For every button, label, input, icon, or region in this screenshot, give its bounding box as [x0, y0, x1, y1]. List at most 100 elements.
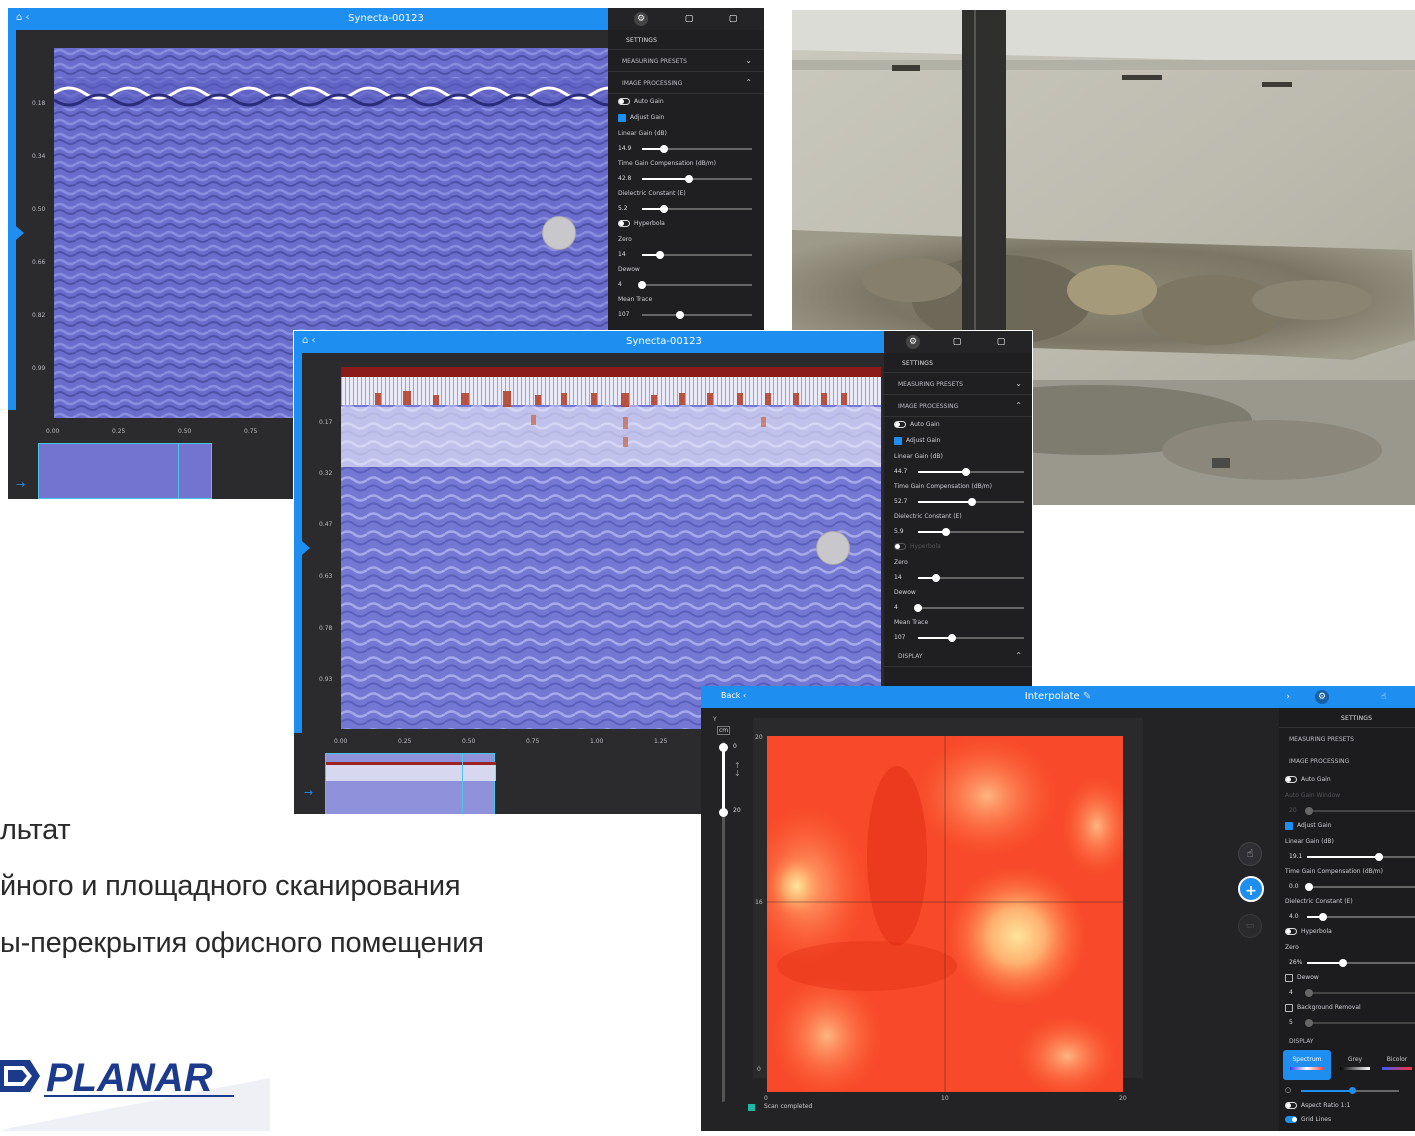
dewow-checkbox[interactable]: Dewow — [1279, 970, 1415, 986]
layout-icon[interactable]: ▢ — [994, 335, 1008, 349]
image-processing-section[interactable]: IMAGE PROCESSING ⌃ — [608, 72, 764, 94]
minimap-viewport[interactable] — [462, 753, 463, 814]
arrow-right-icon[interactable]: → — [304, 786, 313, 799]
minimap-viewport[interactable] — [178, 443, 179, 499]
background-removal-slider[interactable]: 5 — [1279, 1016, 1415, 1030]
palette-bicolor-button[interactable]: Bicolor — [1379, 1050, 1415, 1080]
add-marker-button[interactable]: + — [1238, 876, 1264, 902]
auto-gain-window-label: Auto Gain Window — [1285, 792, 1341, 799]
adjust-gain-checkbox[interactable]: Adjust Gain — [1279, 818, 1415, 834]
x-tick: 0.25 — [112, 428, 126, 435]
minimap-2[interactable] — [325, 753, 496, 814]
panel-icon[interactable]: ▢ — [682, 12, 696, 26]
x-tick: 20 — [1119, 1095, 1127, 1102]
depth-knob-top[interactable] — [719, 743, 728, 752]
planar-logo: PLANAR — [0, 1038, 270, 1131]
x-tick: 0.25 — [398, 738, 412, 745]
tgc-slider[interactable]: 42.8 — [608, 172, 764, 186]
dielectric-slider[interactable]: 5.2 — [608, 202, 764, 216]
dielectric-slider[interactable]: 5.9 — [884, 525, 1032, 539]
panel-icon[interactable]: ▢ — [950, 335, 964, 349]
zero-slider[interactable]: 14 — [608, 248, 764, 262]
adjust-gain-checkbox[interactable]: Adjust Gain — [884, 433, 1032, 449]
minimap-1[interactable] — [38, 443, 212, 499]
mean-trace-slider[interactable]: 107 — [884, 631, 1032, 645]
status-text: Scan completed — [764, 1103, 813, 1110]
hyperbola-toggle[interactable]: Hyperbola — [608, 216, 764, 232]
dewow-label: Dewow — [894, 589, 916, 596]
measuring-presets-section[interactable]: MEASURING PRESETS ⌄ — [608, 50, 764, 72]
brightness-icon: ○ — [1285, 1086, 1292, 1094]
tgc-label: Time Gain Compensation (dB/m) — [894, 483, 992, 490]
zero-slider[interactable]: 26% — [1279, 956, 1415, 970]
chevron-up-icon[interactable]: ⌃ — [745, 78, 752, 87]
caption-line-3: ы-перекрытия офисного помещения — [0, 927, 484, 959]
layout-icon[interactable]: ▢ — [726, 12, 740, 26]
y-tick: 0.47 — [319, 521, 333, 528]
background-removal-checkbox[interactable]: Background Removal — [1279, 1000, 1415, 1016]
interpolate-window: Back ‹ Interpolate ✎ › ⚙ ☝ Y cm 0 20 ↑↓ — [701, 686, 1415, 1131]
depth-handle-1[interactable] — [10, 221, 24, 245]
display-section[interactable]: DISPLAY — [1279, 1030, 1415, 1052]
auto-gain-toggle[interactable]: Auto Gain — [1279, 772, 1415, 788]
palette-grey-button[interactable]: Grey — [1335, 1050, 1375, 1080]
measuring-presets-section[interactable]: MEASURING PRESETS ⌄ — [884, 373, 1032, 395]
dielectric-slider[interactable]: 4.0 — [1279, 910, 1415, 924]
settings-icon[interactable]: ⚙ — [634, 12, 648, 26]
linear-gain-slider[interactable]: 44.7 — [884, 465, 1032, 479]
pan-tool-button[interactable]: ☝ — [1238, 842, 1262, 866]
dewow-slider[interactable]: 4 — [1279, 986, 1415, 1000]
adjust-gain-checkbox[interactable]: Adjust Gain — [608, 110, 764, 126]
settings-icon[interactable]: ⚙ — [906, 335, 920, 349]
zero-slider[interactable]: 14 — [884, 571, 1032, 585]
hyperbola-toggle[interactable]: Hyperbola — [884, 539, 1032, 555]
image-processing-section[interactable]: IMAGE PROCESSING ⌃ — [884, 395, 1032, 417]
mean-trace-label: Mean Trace — [894, 619, 929, 626]
dielectric-label: Dielectric Constant (E) — [1285, 898, 1353, 905]
edit-icon[interactable]: ✎ — [1083, 691, 1091, 702]
mean-trace-slider[interactable]: 107 — [608, 308, 764, 322]
depth-knob-bottom[interactable] — [719, 808, 728, 817]
chevron-down-icon[interactable]: ⌄ — [1015, 379, 1022, 388]
grid-lines-toggle[interactable]: Grid Lines — [1279, 1112, 1331, 1128]
depth-handle-2[interactable] — [296, 536, 310, 560]
window-3-title: Interpolate — [1024, 691, 1080, 702]
display-section[interactable]: DISPLAY ⌃ — [884, 645, 1032, 667]
hand-icon[interactable]: ☝ — [1377, 690, 1391, 704]
auto-gain-window-slider[interactable]: 20 — [1279, 804, 1415, 818]
dewow-slider[interactable]: 4 — [608, 278, 764, 292]
dewow-slider[interactable]: 4 — [884, 601, 1032, 615]
palette-spectrum-button[interactable]: Spectrum — [1283, 1050, 1331, 1080]
x-tick: 0.50 — [178, 428, 192, 435]
dewow-label: Dewow — [618, 266, 640, 273]
chevron-right-icon[interactable]: › — [1281, 690, 1295, 704]
settings-sidebar-3: SETTINGS MEASURING PRESETS IMAGE PROCESS… — [1279, 708, 1415, 1131]
cursor-dot[interactable] — [542, 216, 576, 250]
hyperbola-toggle[interactable]: Hyperbola — [1279, 924, 1415, 940]
tgc-slider[interactable]: 0.0 — [1279, 880, 1415, 894]
image-processing-section[interactable]: IMAGE PROCESSING — [1279, 750, 1415, 772]
depth-arrows-icon: ↑ ↓ — [734, 761, 741, 778]
arrow-right-icon[interactable]: → — [16, 478, 25, 491]
radargram-2 — [341, 367, 881, 729]
chevron-up-icon[interactable]: ⌃ — [1015, 651, 1022, 660]
chevron-down-icon[interactable]: ⌄ — [745, 56, 752, 65]
brightness-slider[interactable]: ○ — [1285, 1086, 1415, 1096]
tgc-slider[interactable]: 52.7 — [884, 495, 1032, 509]
linear-gain-slider[interactable]: 14.9 — [608, 142, 764, 156]
cursor-dot[interactable] — [816, 531, 850, 565]
ruler-tool-button[interactable]: ▭ — [1238, 914, 1262, 938]
y-tick: 0.78 — [319, 625, 333, 632]
auto-gain-toggle[interactable]: Auto Gain — [884, 417, 1032, 433]
linear-gain-slider[interactable]: 19.1 — [1279, 850, 1415, 864]
depth-top-value: 0 — [733, 743, 737, 750]
depth-fill — [722, 746, 725, 812]
y-tick: 0.63 — [319, 573, 333, 580]
settings-icon[interactable]: ⚙ — [1315, 690, 1329, 704]
chevron-up-icon[interactable]: ⌃ — [1015, 401, 1022, 410]
auto-gain-toggle[interactable]: Auto Gain — [608, 94, 764, 110]
linear-gain-label: Linear Gain (dB) — [894, 453, 943, 460]
window-3-titlebar: Back ‹ Interpolate ✎ › ⚙ ☝ — [701, 686, 1415, 708]
measuring-presets-section[interactable]: MEASURING PRESETS — [1279, 728, 1415, 750]
y-tick: 0.93 — [319, 676, 333, 683]
